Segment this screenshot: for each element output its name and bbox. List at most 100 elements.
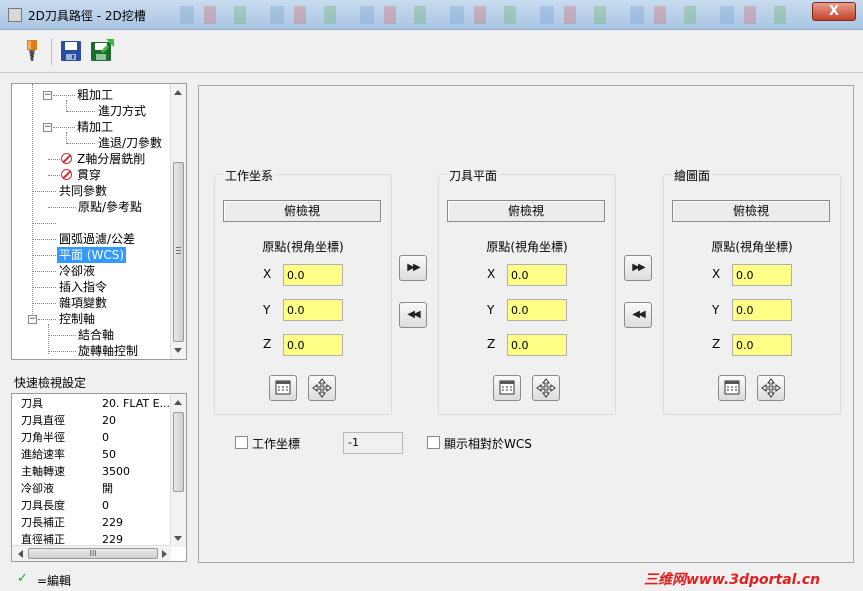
tree-item-entry[interactable]: 進刀方式 <box>98 103 146 119</box>
quick-view-vscroll[interactable] <box>170 394 186 547</box>
window-title: 2D刀具路徑 - 2D挖槽 <box>28 9 146 23</box>
construction-plane-group: 繪圖面 俯檢視 原點(視角坐標) X Y Z <box>663 167 841 415</box>
tree-line <box>32 84 33 324</box>
scroll-up-icon[interactable] <box>174 90 182 95</box>
collapse-icon[interactable]: − <box>43 123 52 132</box>
construction-plane-view-button[interactable]: 俯檢視 <box>672 200 830 222</box>
wcs-view-button[interactable]: 俯檢視 <box>223 200 381 222</box>
close-button[interactable]: X <box>812 2 856 21</box>
wcs-group-title: 工作坐系 <box>223 167 276 184</box>
scroll-thumb[interactable] <box>173 412 184 492</box>
tool-plane-view-button[interactable]: 俯檢視 <box>447 200 605 222</box>
tree-item-canned-text[interactable]: 插入指令 <box>59 279 107 295</box>
tree-item-rough[interactable]: 粗加工 <box>77 87 113 103</box>
tree-line <box>53 95 75 96</box>
construction-plane-z-input[interactable] <box>732 334 792 356</box>
wcs-y-input[interactable] <box>283 299 343 321</box>
watermark: 三维网www.3dportal.cn <box>644 572 821 588</box>
disabled-icon <box>61 169 72 180</box>
tree-item-depth-cuts[interactable]: Z軸分層銑削 <box>77 151 145 167</box>
tool-plane-x-input[interactable] <box>507 264 567 286</box>
tree-line <box>48 159 60 160</box>
z-label: Z <box>712 337 721 351</box>
tree-line <box>48 324 49 354</box>
tree-item-misc-values[interactable]: 雜項變數 <box>59 295 107 311</box>
scroll-thumb[interactable] <box>173 162 184 342</box>
scroll-up-icon[interactable] <box>174 400 182 405</box>
copy-left-button-1[interactable]: ◀◀ <box>399 302 427 328</box>
x-label: X <box>712 267 721 281</box>
tree-item-rotary-axis[interactable]: 旋轉軸控制 <box>78 343 138 359</box>
tree-item-linking[interactable]: 共同參數 <box>59 183 107 199</box>
scroll-right-icon[interactable] <box>162 550 167 558</box>
tree-scrollbar[interactable] <box>170 84 186 359</box>
tree-item-leadinout[interactable]: 進退/刀參數 <box>98 135 162 151</box>
save-as-icon[interactable] <box>88 37 116 65</box>
construction-plane-x-input[interactable] <box>732 264 792 286</box>
tree-item-breakthrough[interactable]: 貫穿 <box>77 167 101 183</box>
construction-plane-select-button[interactable] <box>718 375 746 401</box>
scroll-down-icon[interactable] <box>174 348 182 353</box>
wcs-z-input[interactable] <box>283 334 343 356</box>
copy-right-button-1[interactable]: ▶▶ <box>399 255 427 281</box>
y-label: Y <box>263 303 271 317</box>
tree-item-finish[interactable]: 精加工 <box>77 119 113 135</box>
wcs-number-field: -1 <box>343 432 403 454</box>
collapse-icon[interactable]: − <box>28 315 37 324</box>
tree-item-coolant[interactable]: 冷卻液 <box>59 263 95 279</box>
tool-plane-select-button[interactable] <box>493 375 521 401</box>
tree-line <box>48 351 76 352</box>
construction-plane-group-title: 繪圖面 <box>672 167 713 184</box>
tree-line <box>32 223 56 224</box>
copy-left-button-2[interactable]: ◀◀ <box>624 302 652 328</box>
x-label: X <box>263 267 272 281</box>
save-icon[interactable] <box>57 37 85 65</box>
tool-plane-y-input[interactable] <box>507 299 567 321</box>
title-bar: 2D刀具路徑 - 2D挖槽 X <box>0 0 863 30</box>
construction-plane-origin-label: 原點(視角坐標) <box>711 240 793 254</box>
collapse-icon[interactable]: − <box>43 91 52 100</box>
tree-line <box>32 287 56 288</box>
calculator-icon <box>724 380 740 395</box>
x-label: X <box>487 267 496 281</box>
wcs-checkbox-label: 工作坐標 <box>252 437 301 451</box>
tree-line <box>32 239 56 240</box>
scroll-thumb[interactable]: III <box>28 548 158 559</box>
status-text: =編輯 <box>37 574 72 588</box>
tree-item-axis-control[interactable]: 控制軸 <box>59 311 95 327</box>
quick-view-hscroll[interactable]: III <box>12 545 171 561</box>
tree-line <box>32 191 56 192</box>
wcs-dynamic-button[interactable] <box>308 375 336 401</box>
quick-view-title: 快速檢視設定 <box>14 376 87 390</box>
wcs-checkbox[interactable] <box>235 436 248 449</box>
check-icon: ✓ <box>17 571 28 586</box>
tool-plane-z-input[interactable] <box>507 334 567 356</box>
tree-line <box>67 111 95 112</box>
quick-view-table: 刀具 20. FLAT E... 刀具直徑 20 刀角半徑 0 進給速率 50 主軸轉速… <box>11 393 187 562</box>
tree-line <box>38 319 56 320</box>
tree-line <box>32 271 56 272</box>
relative-wcs-checkbox[interactable] <box>427 436 440 449</box>
copy-right-button-2[interactable]: ▶▶ <box>624 255 652 281</box>
z-label: Z <box>487 337 496 351</box>
wcs-x-input[interactable] <box>283 264 343 286</box>
z-label: Z <box>263 337 272 351</box>
construction-plane-y-input[interactable] <box>732 299 792 321</box>
tree-item-arc-filter[interactable]: 圓弧過濾/公差 <box>59 231 135 247</box>
wcs-origin-label: 原點(視角坐標) <box>262 240 344 254</box>
tree-line <box>48 207 76 208</box>
move-icon <box>536 378 556 398</box>
scroll-left-icon[interactable] <box>18 550 23 558</box>
tool-plane-group: 刀具平面 俯檢視 原點(視角坐標) X Y Z <box>438 167 616 415</box>
parameter-tree[interactable]: − 粗加工 進刀方式 − 精加工 進退/刀參數 Z軸分層銑削 貫穿 共同參數 原… <box>11 83 187 360</box>
tool-plane-dynamic-button[interactable] <box>532 375 560 401</box>
construction-plane-dynamic-button[interactable] <box>757 375 785 401</box>
tool-icon[interactable] <box>18 37 46 65</box>
tree-item-axis-combination[interactable]: 結合軸 <box>78 327 114 343</box>
tree-item-home[interactable]: 原點/參考點 <box>78 199 142 215</box>
tree-item-planes[interactable]: 平面 (WCS) <box>57 247 127 263</box>
tree-line <box>48 175 60 176</box>
scroll-down-icon[interactable] <box>174 536 182 541</box>
wcs-select-button[interactable] <box>269 375 297 401</box>
tree-line <box>48 335 76 336</box>
